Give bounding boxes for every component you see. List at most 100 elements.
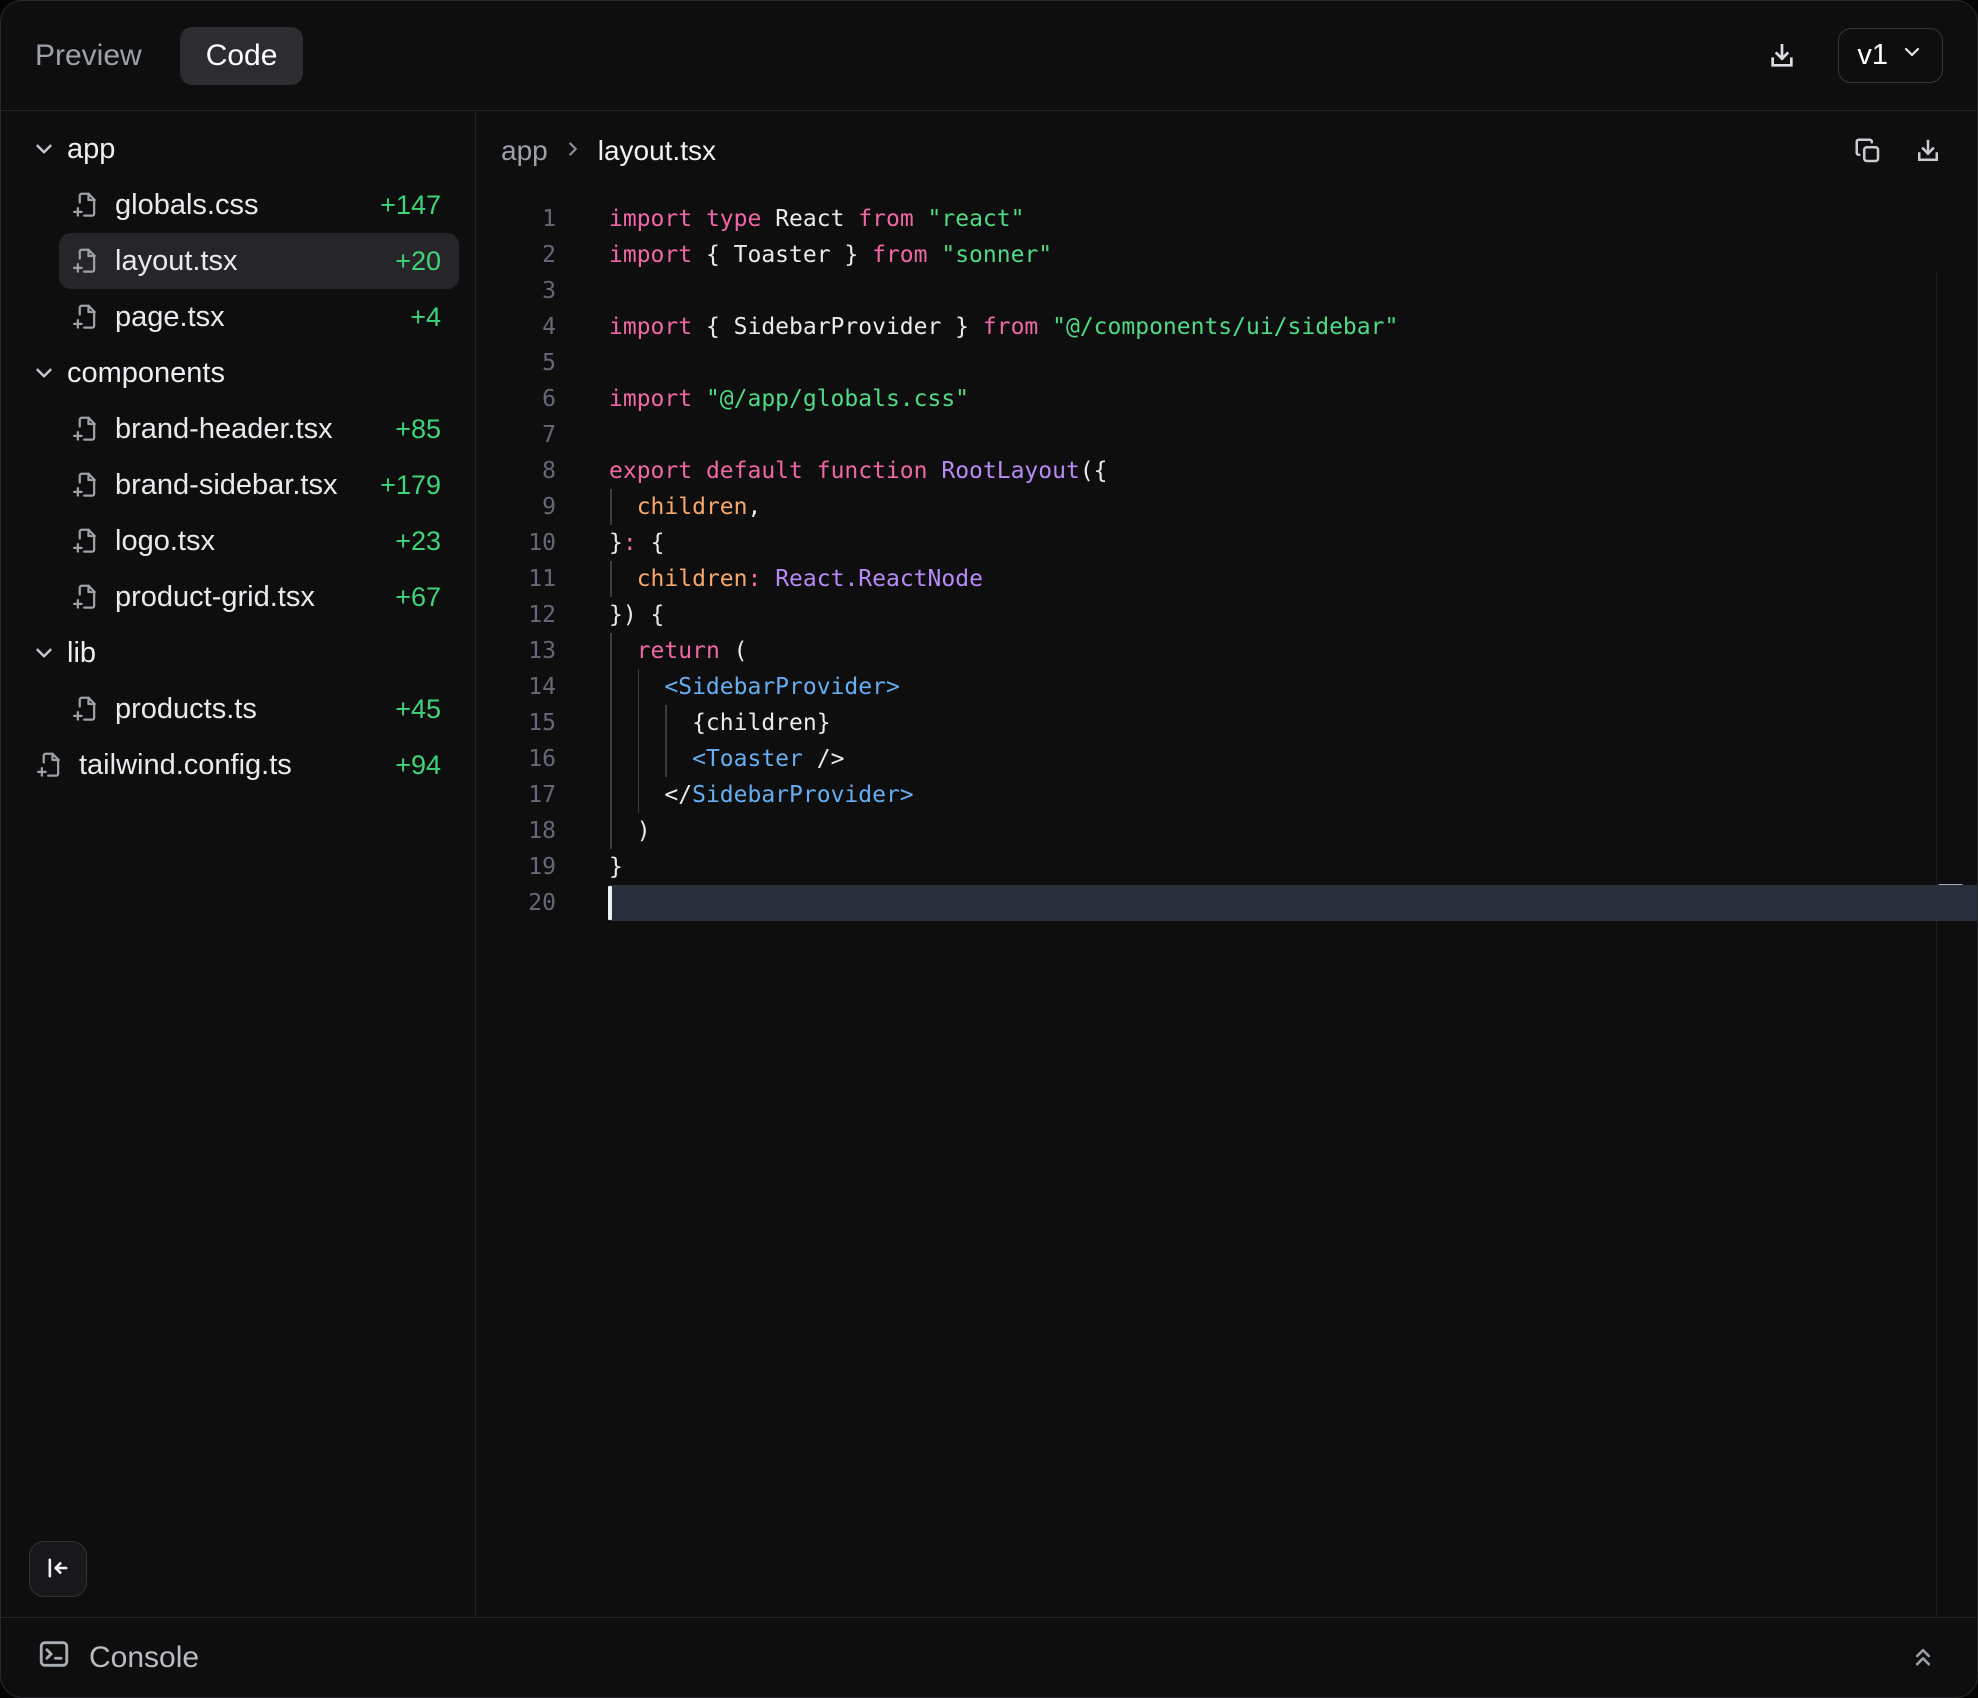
chevron-down-icon [31,360,57,386]
tree-file-layout-tsx[interactable]: layout.tsx+20 [59,233,459,289]
line-content [609,345,1977,381]
code-line-14: 14 <SidebarProvider> [476,669,1977,705]
editor-header: app layout.tsx [476,111,1977,191]
text-cursor [608,886,612,920]
indent-guide [638,705,640,741]
chevron-down-icon [1900,39,1924,72]
line-number: 6 [476,381,556,417]
line-number: 19 [476,849,556,885]
file-plus-icon [71,526,101,556]
line-number: 9 [476,489,556,525]
folder-name: lib [67,637,96,670]
console-label: Console [89,1641,199,1675]
indent-guide [610,669,612,705]
expand-console-button[interactable] [1909,1642,1937,1673]
terminal-icon [37,1637,71,1679]
console-toggle[interactable]: Console [37,1637,199,1679]
indent-guide [610,813,612,849]
tree-file-brand-header-tsx[interactable]: brand-header.tsx +85 [59,401,459,457]
diff-added-count: +45 [395,694,459,725]
indent-guide [610,561,612,597]
indent-guide [610,705,612,741]
code-line-13: 13 return ( [476,633,1977,669]
file-name: brand-header.tsx [115,413,333,446]
line-number: 1 [476,201,556,237]
code-line-18: 18 ) [476,813,1977,849]
tab-code[interactable]: Code [180,27,304,85]
indent-guide [610,489,612,525]
code-editor[interactable]: 1 import type React from "react"2import {… [476,191,1977,1617]
code-line-10: 10}: { [476,525,1977,561]
line-content: children: React.ReactNode [609,561,1977,597]
line-number: 10 [476,525,556,561]
tree-file-brand-sidebar-tsx[interactable]: brand-sidebar.tsx+179 [59,457,459,513]
code-line-20: 20 [476,885,1977,921]
line-number: 7 [476,417,556,453]
tree-file-logo-tsx[interactable]: logo.tsx+23 [59,513,459,569]
file-name: tailwind.config.ts [79,749,292,782]
code-line-8: 8export default function RootLayout({ [476,453,1977,489]
line-content: <Toaster /> [609,741,1977,777]
tree-folder-app[interactable]: app [31,121,459,177]
tree-file-page-tsx[interactable]: page.tsx+4 [59,289,459,345]
line-number: 4 [476,309,556,345]
console-bar[interactable]: Console [1,1617,1977,1697]
diff-added-count: +85 [395,414,459,445]
file-name: logo.tsx [115,525,215,558]
indent-guide [665,741,667,777]
line-content: <SidebarProvider> [609,669,1977,705]
tab-preview[interactable]: Preview [35,39,142,73]
file-name: globals.css [115,189,258,222]
code-line-7: 7 [476,417,1977,453]
line-number: 2 [476,237,556,273]
tree-file-products-ts[interactable]: products.ts+45 [59,681,459,737]
indent-guide [610,633,612,669]
file-plus-icon [71,582,101,612]
line-number: 18 [476,813,556,849]
download-file-button[interactable] [1913,136,1943,166]
download-icon [1913,136,1943,166]
line-number: 20 [476,885,556,921]
breadcrumb: app layout.tsx [501,135,716,167]
line-number: 5 [476,345,556,381]
code-panel: app layout.tsx [476,111,1977,1617]
code-line-9: 9 children, [476,489,1977,525]
file-plus-icon [71,190,101,220]
line-content: import "@/app/globals.css" [609,381,1977,417]
tree-folder-components[interactable]: components [31,345,459,401]
code-line-2: 2import { Toaster } from "sonner" [476,237,1977,273]
file-name: page.tsx [115,301,225,334]
file-name: layout.tsx [115,245,238,278]
tree-folder-lib[interactable]: lib [31,625,459,681]
download-project-button[interactable] [1766,40,1798,72]
line-content [609,273,1977,309]
download-icon [1766,40,1798,72]
code-line-3: 3 [476,273,1977,309]
line-number: 16 [476,741,556,777]
code-line-11: 11 children: React.ReactNode [476,561,1977,597]
line-content: } [609,849,1977,885]
indent-guide [610,777,612,813]
line-content: import type React from "react" [609,201,1977,237]
indent-guide [665,705,667,741]
line-content [609,885,1977,921]
copy-code-button[interactable] [1853,136,1883,166]
tree-file-product-grid-tsx[interactable]: product-grid.tsx+67 [59,569,459,625]
chevron-down-icon [31,136,57,162]
file-plus-icon [71,470,101,500]
line-number: 17 [476,777,556,813]
indent-guide [638,669,640,705]
version-dropdown[interactable]: v1 [1838,28,1943,83]
breadcrumb-file: layout.tsx [598,135,716,167]
diff-added-count: +94 [395,750,459,781]
code-line-6: 6 import "@/app/globals.css" [476,381,1977,417]
code-line-17: 17 </SidebarProvider> [476,777,1977,813]
chevrons-up-icon [1909,1642,1937,1673]
line-content: }) { [609,597,1977,633]
file-name: product-grid.tsx [115,581,315,614]
diff-added-count: +179 [380,470,459,501]
tree-file-globals-css[interactable]: globals.css+147 [59,177,459,233]
collapse-sidebar-button[interactable] [29,1541,87,1597]
tree-file-tailwind-config-ts[interactable]: tailwind.config.ts +94 [23,737,459,793]
chevron-down-icon [31,640,57,666]
